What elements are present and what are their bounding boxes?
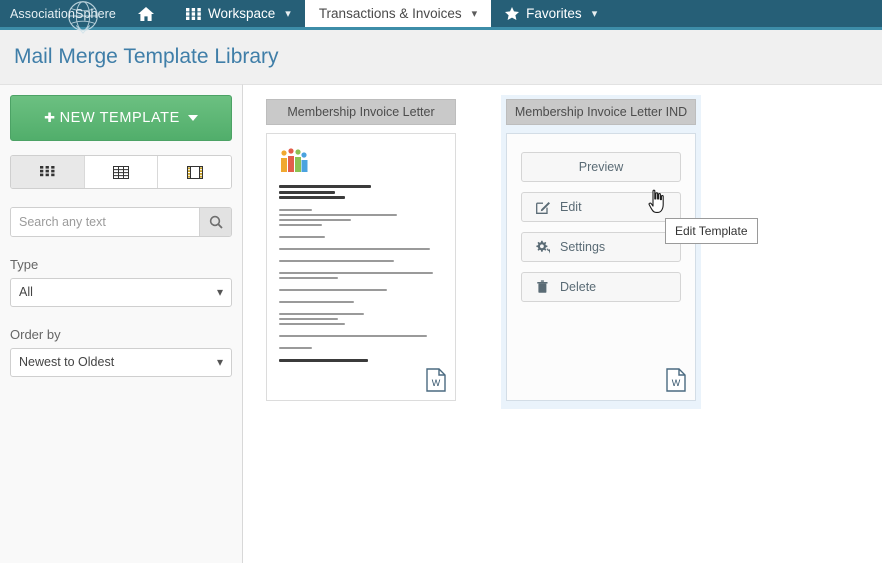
nav-item-transactions-invoices-label: Transactions & Invoices: [318, 6, 462, 21]
template-grid: Membership Invoice Letter W Membership I…: [243, 84, 882, 563]
nav-item-transactions-invoices[interactable]: Transactions & Invoices ▾: [304, 0, 492, 27]
nav-item-favorites-label: Favorites: [526, 6, 582, 21]
chevron-down-icon: ▾: [591, 8, 598, 20]
nav-item-favorites[interactable]: Favorites ▾: [491, 0, 611, 27]
edit-button[interactable]: Edit: [521, 192, 681, 222]
order-by-filter-value[interactable]: Newest to Oldest: [10, 348, 232, 377]
grid-apps-icon: [186, 7, 201, 20]
template-card-title: Membership Invoice Letter: [266, 99, 456, 125]
top-navbar: AssociationSphere Workspace ▾ Transactio…: [0, 0, 882, 34]
template-card-body[interactable]: W: [266, 133, 456, 401]
gears-icon: [536, 240, 550, 254]
view-mode-grid-button[interactable]: [11, 156, 85, 188]
plus-icon: ✚: [44, 110, 56, 125]
word-document-icon: W: [426, 368, 446, 392]
home-icon: [138, 6, 154, 21]
search-button[interactable]: [199, 208, 231, 236]
preview-button[interactable]: Preview: [521, 152, 681, 182]
table-view-icon: [113, 165, 129, 179]
nav-item-workspace[interactable]: Workspace ▾: [172, 0, 305, 27]
tooltip: Edit Template: [665, 218, 758, 244]
type-filter-label: Type: [10, 257, 39, 272]
sidebar: ✚ NEW TEMPLATE Search any text Type All …: [0, 84, 243, 563]
trash-icon: [536, 280, 550, 294]
search-bar: [10, 207, 232, 237]
view-mode-table-button[interactable]: [84, 156, 159, 188]
star-icon: [505, 7, 520, 20]
body-wrapper: ✚ NEW TEMPLATE Search any text Type All …: [0, 84, 882, 563]
document-thumbnail: [267, 134, 455, 362]
settings-button[interactable]: Settings: [521, 232, 681, 262]
pencil-square-icon: [536, 200, 550, 214]
page-title: Mail Merge Template Library: [14, 45, 279, 68]
preview-button-label: Preview: [578, 160, 624, 174]
word-document-icon: W: [666, 368, 686, 392]
svg-text:W: W: [672, 378, 681, 388]
search-icon: [209, 215, 223, 229]
delete-button[interactable]: Delete: [521, 272, 681, 302]
tooltip-text: Edit Template: [675, 224, 748, 238]
order-by-filter[interactable]: Newest to Oldest ▾: [10, 348, 232, 377]
organization-logo-icon: [281, 148, 308, 172]
new-template-label: NEW TEMPLATE: [59, 110, 180, 126]
search-input[interactable]: [11, 208, 199, 236]
view-mode-toggle: [10, 155, 232, 189]
chevron-down-icon: ▾: [471, 8, 478, 20]
template-card[interactable]: Membership Invoice Letter W: [261, 95, 461, 409]
template-card[interactable]: Membership Invoice Letter IND Preview Ed…: [501, 95, 701, 409]
svg-text:W: W: [432, 378, 441, 388]
template-card-body[interactable]: Preview Edit Settings Delete W: [506, 133, 696, 401]
edit-button-label: Edit: [560, 200, 582, 214]
brand-name: AssociationSphere: [10, 6, 116, 21]
view-mode-filmstrip-button[interactable]: [158, 156, 231, 188]
grid-view-icon: [39, 165, 55, 176]
type-filter-value[interactable]: All: [10, 278, 232, 307]
new-template-button[interactable]: ✚ NEW TEMPLATE: [10, 95, 232, 141]
brand-logo[interactable]: AssociationSphere: [0, 0, 120, 34]
nav-item-workspace-label: Workspace: [208, 6, 276, 21]
nav-item-home[interactable]: [120, 0, 172, 27]
settings-button-label: Settings: [560, 240, 606, 254]
type-filter[interactable]: All ▾: [10, 278, 232, 307]
triangle-down-icon: [187, 115, 198, 122]
filmstrip-view-icon: [186, 165, 203, 179]
delete-button-label: Delete: [560, 280, 597, 294]
page-header: Mail Merge Template Library: [0, 30, 882, 84]
template-card-title: Membership Invoice Letter IND: [506, 99, 696, 125]
order-by-filter-label: Order by: [10, 327, 61, 342]
chevron-down-icon: ▾: [285, 8, 291, 20]
